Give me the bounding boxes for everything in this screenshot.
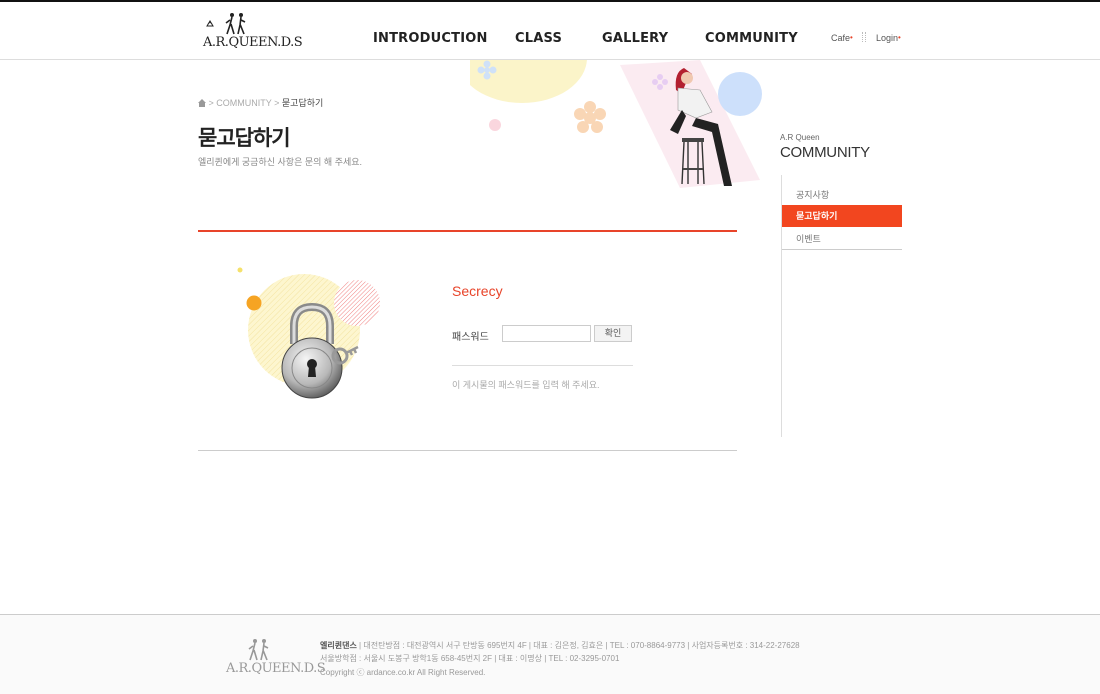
header-decoration-image — [470, 60, 762, 188]
header: A.R.QUEEN.D.S INTRODUCTION CLASS GALLERY… — [0, 2, 1100, 60]
home-icon[interactable] — [198, 99, 206, 107]
nav-introduction[interactable]: INTRODUCTION — [373, 31, 488, 46]
password-label: 패스워드 — [452, 332, 489, 343]
password-note: 이 게시물의 패스워드를 입력 해 주세요. — [452, 380, 600, 390]
page-title: 묻고답하기 — [198, 127, 291, 150]
confirm-button[interactable]: 확인 — [594, 325, 632, 342]
nav-community[interactable]: COMMUNITY — [705, 31, 798, 46]
password-input[interactable] — [502, 325, 591, 342]
sidebar-item-event[interactable]: 이벤트 — [782, 228, 902, 250]
util-divider — [862, 32, 866, 42]
padlock-illustration — [237, 267, 380, 399]
breadcrumb: > COMMUNITY > 묻고답하기 — [198, 96, 323, 109]
logo-text: A.R.QUEEN.D.S — [203, 35, 303, 50]
cafe-link[interactable]: Cafe• — [831, 33, 853, 43]
secrecy-heading: Secrecy — [452, 283, 503, 299]
login-label: Login — [876, 33, 899, 43]
form-divider — [452, 365, 633, 366]
nav-gallery[interactable]: GALLERY — [602, 31, 668, 46]
footer-company: 엘리퀸댄스 — [320, 641, 357, 650]
sidebar-title: COMMUNITY — [780, 144, 870, 161]
footer-copyright: Copyright ⓒ ardance.co.kr All Right Rese… — [320, 668, 486, 677]
site-logo[interactable]: A.R.QUEEN.D.S — [203, 12, 303, 52]
sidebar-item-qna[interactable]: 묻고답하기 — [782, 205, 902, 227]
title-divider — [198, 230, 737, 232]
footer-logo: A.R.QUEEN.D.S — [226, 638, 326, 678]
dancers-logo-icon — [206, 13, 246, 35]
dancers-logo-icon — [248, 639, 269, 661]
sidebar-item-notice[interactable]: 공지사항 — [782, 184, 902, 206]
breadcrumb-current: 묻고답하기 — [281, 98, 324, 108]
sidebar-subtitle: A.R Queen — [780, 133, 820, 142]
breadcrumb-section[interactable]: COMMUNITY — [216, 98, 271, 108]
login-link[interactable]: Login• — [876, 33, 901, 43]
cafe-dot-icon: • — [850, 33, 853, 42]
nav-class[interactable]: CLASS — [515, 31, 562, 46]
content-bottom-divider — [198, 450, 737, 451]
footer-line-2: 서울방학점 : 서울시 도봉구 방학1동 658-45번지 2F | 대표 : … — [320, 654, 620, 663]
footer-line-1-text: | 대전탄방점 : 대전광역시 서구 탄방동 695번지 4F | 대표 : 김… — [359, 641, 800, 650]
breadcrumb-separator: > — [274, 98, 282, 108]
cafe-label: Cafe — [831, 33, 851, 43]
login-dot-icon: • — [898, 33, 901, 42]
page-description: 엘리퀸에게 궁금하신 사항은 문의 해 주세요. — [198, 157, 363, 167]
footer-logo-text: A.R.QUEEN.D.S — [226, 661, 326, 676]
footer-line-1: 엘리퀸댄스 | 대전탄방점 : 대전광역시 서구 탄방동 695번지 4F | … — [320, 640, 800, 651]
